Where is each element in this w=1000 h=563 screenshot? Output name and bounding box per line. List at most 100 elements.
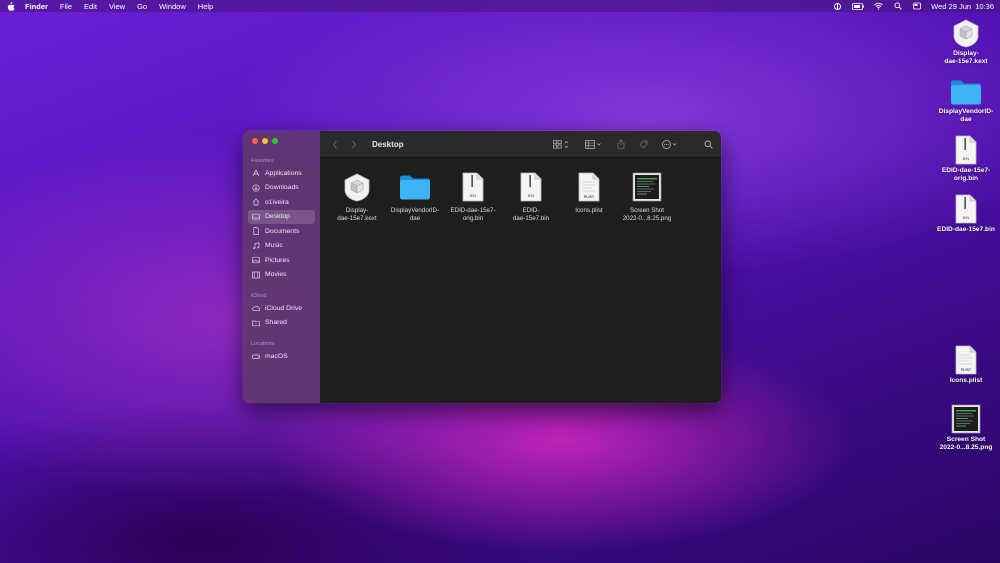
desktop-icon-label: Screen Shot 2022-0...8.25.png: [939, 436, 993, 451]
more-actions-icon[interactable]: [662, 139, 678, 149]
zoom-button[interactable]: [272, 138, 278, 144]
sidebar-item-shared[interactable]: Shared: [248, 316, 315, 331]
spotlight-search-icon[interactable]: [893, 2, 902, 11]
sidebar-item-downloads[interactable]: Downloads: [248, 181, 315, 196]
group-by-icon[interactable]: [585, 139, 603, 149]
apple-icon[interactable]: [6, 1, 15, 11]
sidebar-item-label: Pictures: [265, 256, 290, 264]
menu-file[interactable]: File: [60, 2, 72, 11]
plist-file-icon: PLIST: [578, 172, 600, 202]
display-control-icon[interactable]: [833, 2, 842, 11]
menubar-clock[interactable]: Wed 29 Jun 10:36: [931, 2, 994, 11]
wifi-icon[interactable]: [874, 2, 883, 11]
menu-edit[interactable]: Edit: [84, 2, 97, 11]
sidebar-section-icloud: iCloud: [251, 293, 267, 299]
file-item-plist[interactable]: PLIST Icons.plist: [560, 170, 618, 222]
sidebar-item-music[interactable]: Music: [248, 239, 315, 254]
svg-text:BIN: BIN: [963, 215, 970, 220]
sidebar-item-macos[interactable]: macOS: [248, 349, 315, 364]
desktop-icon-folder[interactable]: DisplayVendorID-dae: [931, 78, 1000, 124]
tag-icon[interactable]: [639, 139, 648, 149]
folder-icon: [951, 80, 981, 105]
hard-drive-icon: [252, 352, 260, 360]
svg-text:BIN: BIN: [963, 156, 970, 161]
sidebar-item-movies[interactable]: Movies: [248, 268, 315, 283]
home-icon: [252, 198, 260, 206]
share-icon[interactable]: [617, 139, 625, 149]
window-title: Desktop: [372, 139, 404, 149]
control-center-icon[interactable]: [912, 2, 921, 11]
desktop-icon-screenshot[interactable]: Screen Shot 2022-0...8.25.png: [931, 404, 1000, 452]
desktop-icon-plist[interactable]: PLIST Icons.plist: [931, 345, 1000, 385]
status-area: Wed 29 Jun 10:36: [833, 2, 994, 11]
downloads-icon: [252, 184, 260, 192]
sidebar-item-label: Music: [265, 242, 283, 250]
back-chevron-icon[interactable]: [330, 139, 340, 149]
desktop-icon-edid[interactable]: BIN EDID-dae-15e7.bin: [931, 194, 1000, 234]
desktop-icon-label: EDID-dae-15e7.bin: [937, 226, 995, 233]
forward-chevron-icon[interactable]: [349, 139, 359, 149]
menu-bar: Finder File Edit View Go Window Help Wed…: [0, 0, 1000, 12]
bin-file-icon: BIN: [955, 135, 977, 165]
sidebar-item-label: Desktop: [265, 213, 290, 221]
svg-text:PLIST: PLIST: [961, 368, 972, 372]
menu-go[interactable]: Go: [137, 2, 147, 11]
bin-file-icon: BIN: [955, 194, 977, 224]
desktop-icon-label: EDID-dae-15e7- orig.bin: [941, 167, 991, 182]
file-grid: Display-dae-15e7.kext DisplayVendorID-da…: [320, 158, 721, 222]
sidebar-item-label: Movies: [265, 271, 287, 279]
sidebar-item-label: Applications: [265, 169, 302, 177]
kext-icon: [344, 173, 370, 202]
battery-icon[interactable]: [852, 2, 864, 11]
finder-toolbar: Desktop: [320, 131, 721, 158]
sidebar-item-applications[interactable]: Applications: [248, 166, 315, 181]
svg-text:BIN: BIN: [528, 193, 535, 198]
pictures-icon: [252, 256, 260, 264]
window-controls: [243, 138, 320, 144]
desktop-icon-label: Display-dae-15e7.kext: [944, 50, 988, 65]
search-icon[interactable]: [704, 139, 713, 149]
file-label: Screen Shot 2022-0...8.25.png: [622, 207, 672, 222]
file-label: Icons.plist: [575, 207, 603, 214]
menu-finder[interactable]: Finder: [25, 2, 48, 11]
file-label: DisplayVendorID-dae: [390, 207, 440, 222]
sidebar-item-label: Shared: [265, 319, 287, 327]
menu-view[interactable]: View: [109, 2, 125, 11]
file-item-folder[interactable]: DisplayVendorID-dae: [386, 170, 444, 222]
file-item-screenshot[interactable]: Screen Shot 2022-0...8.25.png: [618, 170, 676, 222]
file-item-edid-orig[interactable]: BIN EDID-dae-15e7- orig.bin: [444, 170, 502, 222]
applications-icon: [252, 169, 260, 177]
sidebar-item-pictures[interactable]: Pictures: [248, 253, 315, 268]
sidebar-item-icloud-drive[interactable]: iCloud Drive: [248, 301, 315, 316]
cloud-icon: [252, 304, 260, 312]
file-item-edid[interactable]: BIN EDID-dae-15e7.bin: [502, 170, 560, 222]
shared-folder-icon: [252, 319, 260, 327]
close-button[interactable]: [252, 138, 258, 144]
file-label: Display-dae-15e7.kext: [337, 207, 377, 222]
menu-window[interactable]: Window: [159, 2, 186, 11]
desktop-icon-label: Icons.plist: [949, 377, 983, 384]
minimize-button[interactable]: [262, 138, 268, 144]
music-note-icon: [252, 242, 260, 250]
sidebar-item-label: Documents: [265, 227, 300, 235]
desktop-icon-edid-orig[interactable]: BIN EDID-dae-15e7- orig.bin: [931, 135, 1000, 183]
view-mode-icon[interactable]: [553, 139, 571, 149]
screenshot-icon: [951, 404, 981, 434]
folder-icon: [400, 175, 430, 200]
svg-text:BIN: BIN: [470, 193, 477, 198]
film-icon: [252, 271, 260, 279]
sidebar-item-label: o1iveira: [265, 198, 289, 206]
file-item-kext[interactable]: Display-dae-15e7.kext: [328, 170, 386, 222]
sidebar-section-locations: Locations: [251, 341, 275, 347]
sidebar-item-label: Downloads: [265, 184, 299, 192]
desktop-icon-kext[interactable]: Display-dae-15e7.kext: [931, 18, 1000, 66]
sidebar-item-label: iCloud Drive: [265, 304, 303, 312]
sidebar-item-home[interactable]: o1iveira: [248, 195, 315, 210]
sidebar-item-documents[interactable]: Documents: [248, 224, 315, 239]
file-label: EDID-dae-15e7.bin: [512, 207, 550, 222]
menu-help[interactable]: Help: [198, 2, 213, 11]
desktop-icon: [252, 213, 260, 221]
document-icon: [252, 227, 260, 235]
finder-content: Desktop Display- dae-15e7.kext DisplayVe…: [320, 131, 721, 403]
sidebar-item-desktop[interactable]: Desktop: [248, 209, 315, 224]
